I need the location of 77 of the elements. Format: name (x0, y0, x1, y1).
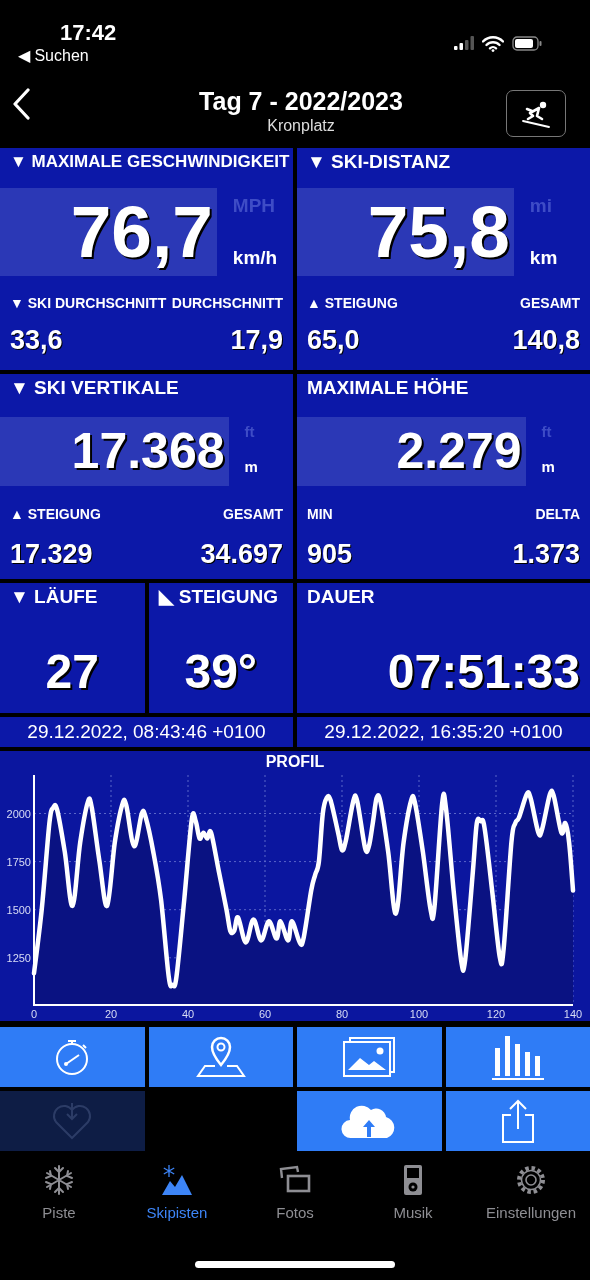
clock-time: 17:42 (60, 20, 117, 46)
skier-button[interactable] (506, 90, 566, 137)
stat-value: 17,9 (230, 325, 283, 355)
tile-title: DAUER (306, 585, 376, 609)
pictures-icon (342, 1036, 397, 1078)
heart-icon (51, 1100, 94, 1142)
stat-value: 34.697 (200, 539, 283, 569)
unit-toggle[interactable]: m (244, 455, 258, 478)
stat-value: 65,0 (307, 325, 360, 355)
snowflake-icon (43, 1164, 75, 1196)
chevron-icon (12, 88, 32, 120)
battery-icon (512, 36, 542, 51)
tile-title: ▼ SKI VERTIKALE (9, 376, 180, 400)
axis-tick-label: 0 (30, 1008, 38, 1020)
stat-value: 76,7 (70, 191, 213, 272)
tab-item[interactable]: Einstellungen (472, 1160, 590, 1240)
axis-tick-label: 20 (104, 1008, 118, 1020)
stat-value: 2.279 (396, 423, 522, 479)
tile-title: ▼ MAXIMALE GESCHWINDIGKEIT (9, 151, 291, 173)
mountain-icon (161, 1164, 193, 1196)
stat-value: 17.368 (71, 423, 225, 479)
action-button[interactable] (0, 1027, 145, 1087)
tile-title: ▼ SKI-DISTANZ (306, 150, 451, 174)
stat-label: ▲ STEIGUNG (307, 294, 398, 313)
stat-value: 75,8 (367, 191, 510, 272)
stat-label: GESAMT (223, 505, 283, 524)
tab-item[interactable]: Musik (354, 1160, 472, 1240)
stat-value: 1.373 (512, 539, 580, 569)
axis-tick-label: 60 (258, 1008, 272, 1020)
tile-title: ◣ STEIGUNG (157, 585, 279, 609)
wifi-icon (482, 36, 504, 52)
axis-tick-label: 1750 (6, 855, 31, 868)
unit-toggle[interactable]: km/h (232, 243, 278, 272)
axis-tick-label: 140 (563, 1008, 583, 1020)
date-time: 29.12.2022, 08:43:46 +0100 (0, 717, 293, 747)
page-subtitle: Kronplatz (267, 116, 335, 136)
action-button[interactable] (148, 1027, 293, 1087)
date-time: 29.12.2022, 16:35:20 +0100 (297, 717, 590, 747)
stat-label: MIN (307, 505, 333, 524)
axis-tick-label: 40 (181, 1008, 195, 1020)
settings-icon (515, 1164, 547, 1196)
action-button[interactable] (445, 1027, 590, 1087)
chart-title: PROFIL (264, 752, 326, 772)
stat-value: 39° (183, 644, 259, 700)
unit-toggle[interactable]: km (529, 243, 558, 272)
tab-item[interactable]: Fotos (236, 1160, 354, 1240)
action-button[interactable] (297, 1091, 442, 1151)
stat-value: 17.329 (10, 539, 93, 569)
axis-tick-label: 2000 (6, 807, 31, 820)
unit-toggle[interactable]: m (541, 455, 555, 478)
tile-title: ▼ LÄUFE (9, 585, 99, 609)
bar-chart-icon (490, 1034, 545, 1080)
page-title: Tag 7 - 2022/2023 (199, 86, 403, 116)
back-link[interactable]: ◀ Suchen (18, 46, 117, 66)
stat-value: 140,8 (512, 325, 580, 355)
axis-tick-label: 1500 (6, 903, 31, 916)
tab-item[interactable]: Skipisten (118, 1160, 236, 1240)
tile-title: MAXIMALE HÖHE (306, 376, 470, 400)
action-button[interactable] (445, 1091, 590, 1151)
stat-label: ▲ STEIGUNG (10, 505, 101, 524)
signal-icon (454, 36, 474, 50)
stat-value: 33,6 (10, 325, 63, 355)
share-icon (499, 1098, 536, 1144)
stat-value: 07:51:33 (386, 644, 581, 700)
axis-tick-label: 1250 (6, 951, 31, 964)
stat-value: 27 (44, 644, 100, 700)
axis-tick-label: 80 (335, 1008, 349, 1020)
tab-item[interactable]: Piste (0, 1160, 118, 1240)
axis-tick-label: 120 (486, 1008, 506, 1020)
axis-tick-label: 100 (409, 1008, 429, 1020)
stat-value: 905 (307, 539, 353, 569)
stat-label: ▼ SKI DURCHSCHNITT (10, 294, 167, 313)
map-pin-icon (194, 1036, 247, 1078)
stat-label: DURCHSCHNITT (171, 294, 283, 313)
stat-label: GESAMT (520, 294, 580, 313)
stat-label: DELTA (535, 505, 580, 524)
action-button[interactable] (297, 1027, 442, 1087)
